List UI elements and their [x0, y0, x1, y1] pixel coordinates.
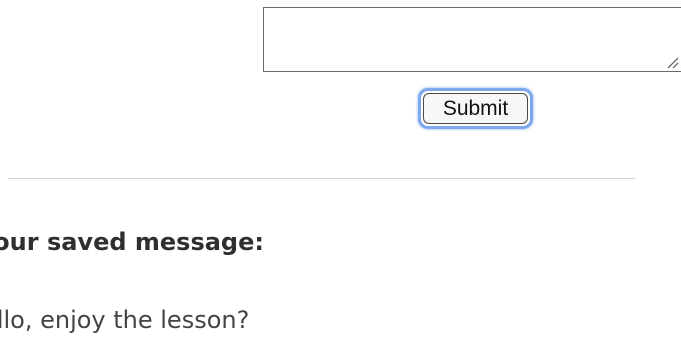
resize-grip-icon[interactable]: [666, 56, 679, 69]
submit-button-focus-ring: Submit: [418, 88, 533, 129]
saved-message-text: Hello, enjoy the lesson?: [0, 306, 250, 334]
saved-message-heading: Your saved message:: [0, 228, 264, 256]
submit-button[interactable]: Submit: [423, 93, 528, 124]
section-divider: [8, 178, 635, 179]
message-textarea[interactable]: [263, 7, 681, 72]
page: Submit Your saved message: Hello, enjoy …: [0, 0, 681, 355]
